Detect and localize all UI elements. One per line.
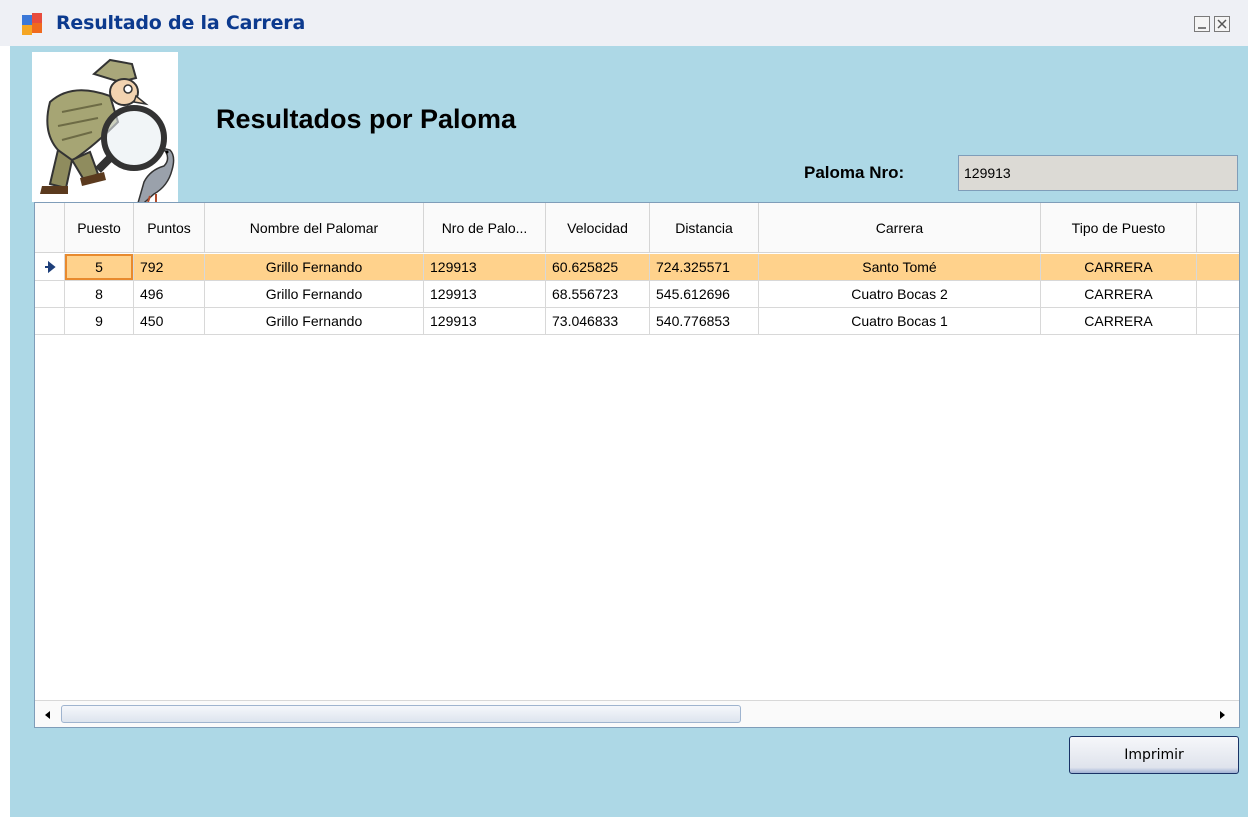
page-heading: Resultados por Paloma — [216, 104, 517, 134]
cell-puesto[interactable]: 9 — [65, 308, 134, 335]
row-header-corner — [35, 203, 65, 253]
paloma-nro-field[interactable]: 129913 — [958, 155, 1238, 191]
grid-header: Puesto Puntos Nombre del Palomar Nro de … — [35, 203, 1239, 253]
cell-velocidad[interactable]: 73.046833 — [546, 308, 650, 335]
cell-velocidad[interactable]: 68.556723 — [546, 281, 650, 308]
column-header-tipo-puesto[interactable]: Tipo de Puesto — [1041, 203, 1197, 253]
cell-nro-paloma[interactable]: 129913 — [424, 254, 546, 281]
cell-nombre-palomar[interactable]: Grillo Fernando — [205, 308, 424, 335]
cell-puntos[interactable]: 496 — [134, 281, 205, 308]
cell-puntos[interactable]: 450 — [134, 308, 205, 335]
current-row-arrow-icon — [45, 260, 56, 274]
cell-filler — [1197, 308, 1239, 335]
cell-velocidad[interactable]: 60.625825 — [546, 254, 650, 281]
title-bar: Resultado de la Carrera — [0, 0, 1248, 46]
horizontal-scrollbar[interactable] — [35, 700, 1239, 727]
window-title: Resultado de la Carrera — [56, 12, 306, 34]
scroll-right-icon[interactable] — [1215, 708, 1229, 722]
row-selector[interactable] — [35, 308, 65, 335]
table-row[interactable]: 5 792 Grillo Fernando 129913 60.625825 7… — [35, 254, 1239, 281]
cell-puesto[interactable]: 8 — [65, 281, 134, 308]
table-row[interactable]: 9 450 Grillo Fernando 129913 73.046833 5… — [35, 308, 1239, 335]
cell-tipo-puesto[interactable]: CARRERA — [1041, 281, 1197, 308]
cell-distancia[interactable]: 724.325571 — [650, 254, 759, 281]
column-header-carrera[interactable]: Carrera — [759, 203, 1041, 253]
table-row[interactable]: 8 496 Grillo Fernando 129913 68.556723 5… — [35, 281, 1239, 308]
cell-carrera[interactable]: Santo Tomé — [759, 254, 1041, 281]
results-grid[interactable]: Puesto Puntos Nombre del Palomar Nro de … — [34, 202, 1240, 728]
print-button[interactable]: Imprimir — [1069, 736, 1239, 774]
row-selector[interactable] — [35, 281, 65, 308]
cell-filler — [1197, 254, 1239, 281]
cell-distancia[interactable]: 540.776853 — [650, 308, 759, 335]
cell-nombre-palomar[interactable]: Grillo Fernando — [205, 281, 424, 308]
cell-nro-paloma[interactable]: 129913 — [424, 281, 546, 308]
column-header-distancia[interactable]: Distancia — [650, 203, 759, 253]
close-button[interactable] — [1214, 16, 1230, 32]
app-icon — [22, 13, 44, 35]
minimize-button[interactable] — [1194, 16, 1210, 32]
close-icon — [1217, 19, 1227, 29]
cell-filler — [1197, 281, 1239, 308]
column-header-velocidad[interactable]: Velocidad — [546, 203, 650, 253]
cell-puesto[interactable]: 5 — [65, 254, 134, 281]
paloma-nro-label: Paloma Nro: — [804, 163, 905, 182]
column-header-nro-paloma[interactable]: Nro de Palo... — [424, 203, 546, 253]
cell-puntos[interactable]: 792 — [134, 254, 205, 281]
cell-tipo-puesto[interactable]: CARRERA — [1041, 308, 1197, 335]
cell-distancia[interactable]: 545.612696 — [650, 281, 759, 308]
column-header-puntos[interactable]: Puntos — [134, 203, 205, 253]
column-header-nombre-palomar[interactable]: Nombre del Palomar — [205, 203, 424, 253]
column-header-filler — [1197, 203, 1239, 253]
scrollbar-thumb[interactable] — [61, 705, 741, 723]
column-header-puesto[interactable]: Puesto — [65, 203, 134, 253]
cell-tipo-puesto[interactable]: CARRERA — [1041, 254, 1197, 281]
cell-carrera[interactable]: Cuatro Bocas 2 — [759, 281, 1041, 308]
cell-nro-paloma[interactable]: 129913 — [424, 308, 546, 335]
detective-pigeon-image — [32, 52, 178, 213]
cell-nombre-palomar[interactable]: Grillo Fernando — [205, 254, 424, 281]
scroll-left-icon[interactable] — [41, 708, 55, 722]
row-selector[interactable] — [35, 254, 65, 281]
cell-carrera[interactable]: Cuatro Bocas 1 — [759, 308, 1041, 335]
